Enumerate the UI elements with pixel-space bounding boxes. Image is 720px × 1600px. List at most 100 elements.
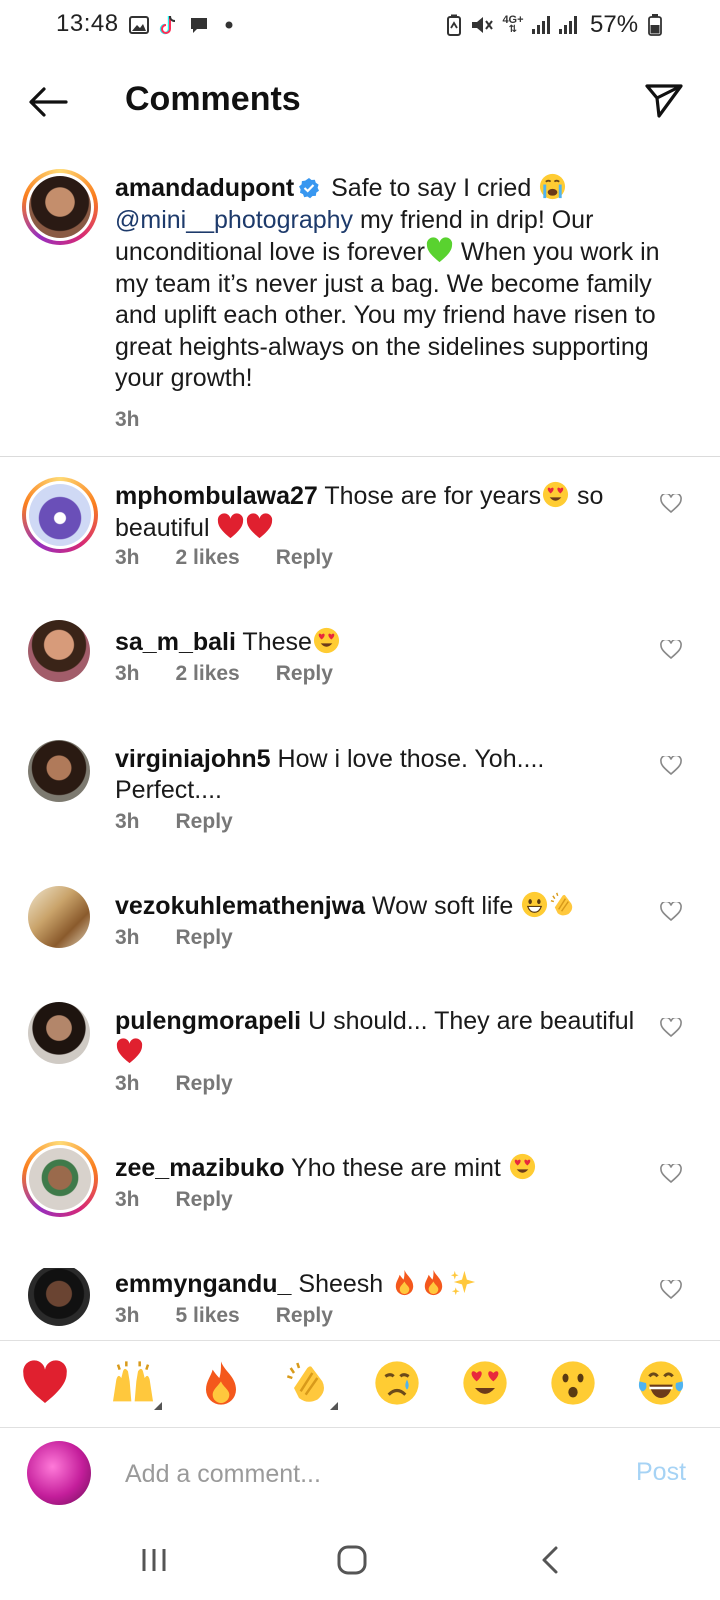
avatar[interactable] — [28, 1002, 90, 1064]
comment-text: mphombulawa27 Those are for years so bea… — [115, 480, 635, 544]
comment-timestamp: 3h — [115, 926, 140, 949]
heart-outline-icon[interactable] — [660, 1280, 682, 1300]
comment-likes[interactable]: 5 likes — [176, 1304, 240, 1328]
share-button[interactable] — [643, 80, 685, 122]
signal-icon — [530, 14, 552, 36]
surprised-face-reaction[interactable] — [548, 1358, 598, 1408]
heart-outline-icon[interactable] — [660, 640, 682, 660]
fire-reaction[interactable] — [196, 1358, 246, 1408]
status-time: 13:48 — [56, 10, 119, 37]
comment-text: zee_mazibuko Yho these are mint — [115, 1152, 635, 1184]
comment-likes[interactable]: 2 likes — [176, 662, 240, 686]
battery-icon — [648, 14, 662, 36]
avatar[interactable] — [28, 1268, 90, 1326]
red-heart-reaction[interactable] — [20, 1358, 70, 1408]
battery-percent: 57% — [590, 11, 639, 38]
comment-timestamp: 3h — [115, 810, 140, 833]
heart-outline-icon[interactable] — [660, 1018, 682, 1038]
comment-timestamp: 3h — [115, 662, 140, 685]
heart-eyes-icon — [312, 626, 341, 655]
crying-face-reaction[interactable] — [372, 1358, 422, 1408]
tears-of-joy-reaction[interactable] — [636, 1358, 686, 1408]
avatar[interactable] — [22, 477, 98, 553]
comment-text: vezokuhlemathenjwa Wow soft life — [115, 890, 635, 922]
reply-button[interactable]: Reply — [176, 1188, 233, 1212]
fire-icon — [390, 1268, 419, 1297]
comment-item: pulengmorapeli U should... They are beau… — [0, 1002, 720, 1116]
comment-item: emmyngandu_ Sheesh 3h 5 likes Reply — [0, 1268, 720, 1340]
comment-body: Sheesh — [298, 1270, 391, 1298]
comment-username[interactable]: zee_mazibuko — [115, 1154, 285, 1182]
comment-username[interactable]: emmyngandu_ — [115, 1270, 291, 1298]
verified-badge-icon — [298, 176, 320, 199]
reply-button[interactable]: Reply — [176, 1072, 233, 1096]
comment-username[interactable]: virginiajohn5 — [115, 745, 271, 773]
comment-text: emmyngandu_ Sheesh — [115, 1268, 635, 1300]
divider — [0, 456, 720, 457]
status-bar: 13:48 4G+ ⇅ 57% — [0, 0, 720, 52]
mute-icon — [470, 14, 494, 36]
heart-eyes-icon — [508, 1152, 537, 1181]
mention-link[interactable]: @mini__photography — [115, 206, 353, 234]
avatar[interactable] — [28, 886, 90, 948]
recent-apps-button[interactable] — [132, 1538, 176, 1582]
raising-hands-icon — [113, 1361, 153, 1402]
home-button[interactable] — [330, 1538, 374, 1582]
sparkles-icon — [448, 1268, 477, 1297]
heart-eyes-reaction[interactable] — [460, 1358, 510, 1408]
quick-reactions-bar — [0, 1340, 720, 1428]
reply-button[interactable]: Reply — [176, 926, 233, 950]
comment-username[interactable]: vezokuhlemathenjwa — [115, 892, 365, 920]
caption-username[interactable]: amandadupont — [115, 174, 294, 202]
comment-username[interactable]: mphombulawa27 — [115, 482, 318, 510]
back-nav-button[interactable] — [528, 1538, 572, 1582]
heart-outline-icon[interactable] — [660, 494, 682, 514]
red-heart-icon — [216, 512, 245, 541]
comment-item: virginiajohn5 How i love those. Yoh.... … — [0, 740, 720, 854]
reply-button[interactable]: Reply — [176, 810, 233, 834]
raising-hands-reaction[interactable] — [108, 1358, 162, 1410]
avatar[interactable] — [28, 620, 90, 682]
heart-eyes-icon — [541, 480, 570, 509]
skin-tone-indicator — [330, 1402, 338, 1410]
comment-timestamp: 3h — [115, 1304, 140, 1327]
comment-meta: 3h 2 likes Reply — [115, 662, 369, 686]
tears-of-joy-icon — [638, 1361, 684, 1405]
avatar[interactable] — [22, 169, 98, 245]
caption-text: amandadupont Safe to say I cried @mini__… — [115, 172, 675, 395]
comment-text: sa_m_bali These — [115, 626, 635, 658]
comment-text: virginiajohn5 How i love those. Yoh.... … — [115, 744, 635, 806]
heart-eyes-icon — [463, 1361, 507, 1405]
comment-likes[interactable]: 2 likes — [176, 546, 240, 570]
heart-outline-icon[interactable] — [660, 1164, 682, 1184]
comment-meta: 3h 2 likes Reply — [115, 546, 369, 570]
reply-button[interactable]: Reply — [276, 546, 333, 570]
gallery-icon — [128, 14, 150, 36]
page-title: Comments — [125, 80, 301, 118]
post-button[interactable]: Post — [636, 1458, 686, 1487]
current-user-avatar — [27, 1441, 91, 1505]
comment-username[interactable]: pulengmorapeli — [115, 1007, 301, 1035]
avatar[interactable] — [28, 740, 90, 802]
fire-icon — [206, 1361, 236, 1405]
comment-item: sa_m_bali These 3h 2 likes Reply — [0, 620, 720, 706]
crying-face-icon — [538, 172, 567, 201]
comment-input[interactable] — [125, 1454, 585, 1494]
grinning-face-icon — [520, 890, 549, 919]
system-nav-bar — [0, 1518, 720, 1600]
reply-button[interactable]: Reply — [276, 662, 333, 686]
clapping-hands-reaction[interactable] — [284, 1358, 338, 1410]
header: Comments — [0, 62, 720, 140]
heart-outline-icon[interactable] — [660, 756, 682, 776]
comment-body: These — [242, 628, 312, 656]
reply-button[interactable]: Reply — [276, 1304, 333, 1328]
avatar[interactable] — [22, 1141, 98, 1217]
comment-meta: 3h Reply — [115, 1188, 269, 1212]
surprised-face-icon — [551, 1361, 595, 1405]
heart-outline-icon[interactable] — [660, 902, 682, 922]
chevron-left-icon — [542, 1546, 558, 1574]
comment-username[interactable]: sa_m_bali — [115, 628, 236, 656]
comment-timestamp: 3h — [115, 1188, 140, 1211]
comment-meta: 3h Reply — [115, 926, 269, 950]
back-button[interactable] — [26, 82, 70, 122]
